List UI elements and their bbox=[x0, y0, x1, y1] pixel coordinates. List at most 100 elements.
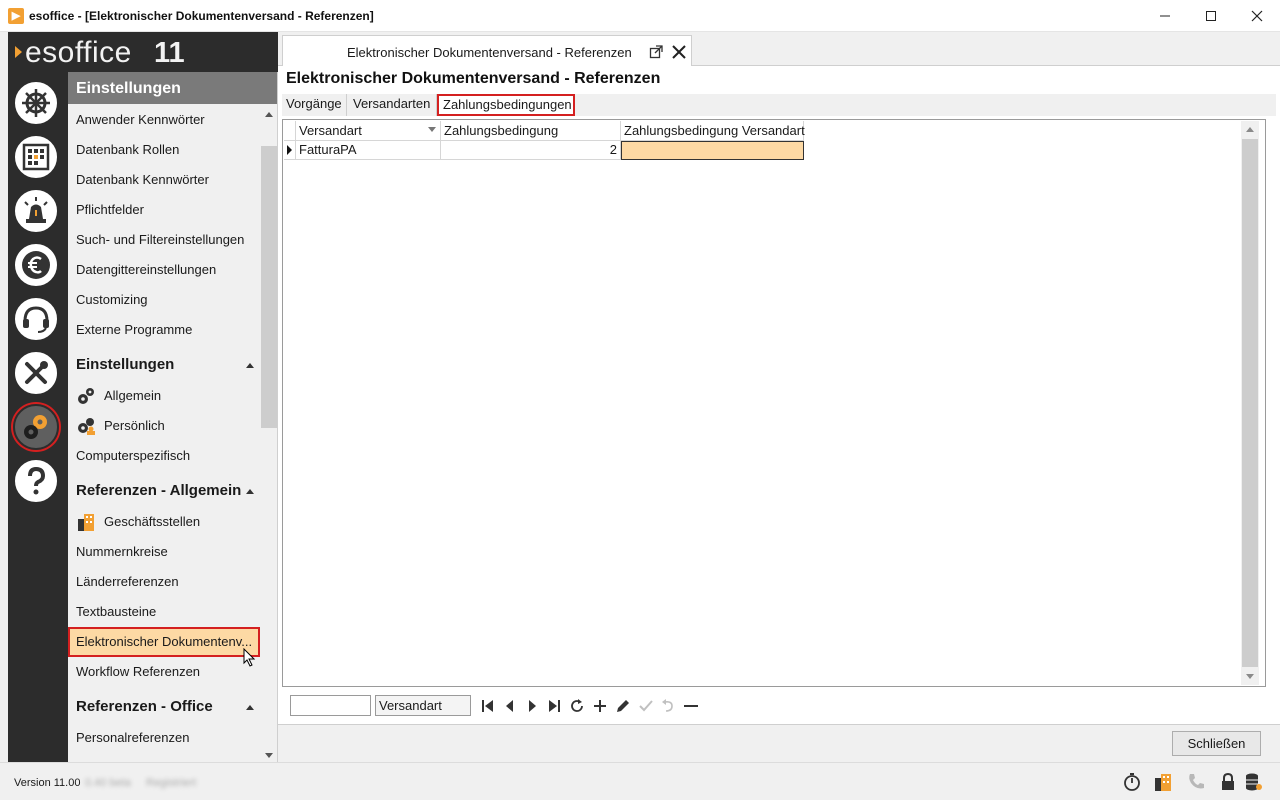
scroll-down-icon[interactable] bbox=[265, 753, 273, 758]
nav-item-computerspezifisch[interactable]: Computerspezifisch bbox=[68, 441, 260, 471]
nav-item-personalreferenzen[interactable]: Personalreferenzen bbox=[68, 723, 260, 753]
database-icon[interactable] bbox=[1243, 772, 1263, 792]
brand-name: esoffice bbox=[25, 36, 132, 69]
nav-item-such-filtereinstellungen[interactable]: Such- und Filtereinstellungen bbox=[68, 225, 260, 255]
last-record-icon bbox=[549, 700, 560, 712]
undo-record-button[interactable] bbox=[658, 696, 678, 716]
column-header-zahlungsbedingung[interactable]: Zahlungsbedingung bbox=[441, 121, 621, 141]
nav-section-referenzen-allgemein[interactable]: Referenzen - Allgemein bbox=[68, 476, 260, 506]
maximize-button[interactable] bbox=[1188, 0, 1234, 32]
rail-button-help[interactable] bbox=[13, 458, 59, 504]
phone-icon[interactable] bbox=[1186, 772, 1206, 792]
minimize-button[interactable] bbox=[1142, 0, 1188, 32]
column-header-zahlungsbedingung-versandart[interactable]: Zahlungsbedingung Versandart bbox=[621, 121, 805, 141]
tab-zahlungsbedingungen[interactable]: Zahlungsbedingungen bbox=[437, 94, 575, 116]
first-record-button[interactable] bbox=[478, 696, 498, 716]
help-icon bbox=[28, 466, 46, 495]
dialog-footer: Schließen bbox=[278, 724, 1280, 762]
page-title: Elektronischer Dokumentenversand - Refer… bbox=[286, 70, 661, 87]
nav-section-einstellungen[interactable]: Einstellungen bbox=[68, 350, 260, 380]
brand-version: 11 bbox=[154, 37, 185, 69]
add-record-button[interactable] bbox=[590, 696, 610, 716]
nav-header: Einstellungen bbox=[68, 72, 277, 104]
delete-record-button[interactable] bbox=[681, 696, 701, 716]
cell-zahlungsbedingung[interactable]: 2 bbox=[441, 141, 621, 160]
minus-icon bbox=[684, 705, 698, 707]
column-header-label: Versandart bbox=[299, 123, 362, 138]
building-status-icon[interactable] bbox=[1153, 772, 1173, 792]
rail-button-settings[interactable] bbox=[13, 404, 59, 450]
nav-item-nummernkreise[interactable]: Nummernkreise bbox=[68, 537, 260, 567]
scroll-down-icon[interactable] bbox=[1246, 674, 1254, 679]
nav-item-allgemein[interactable]: Allgemein bbox=[68, 381, 260, 411]
document-tab-label: Elektronischer Dokumentenversand - Refer… bbox=[347, 45, 632, 60]
gears-icon bbox=[24, 415, 47, 439]
close-icon bbox=[1251, 10, 1263, 22]
rail-button-alerts[interactable] bbox=[13, 188, 59, 234]
previous-record-icon bbox=[506, 700, 513, 712]
rail-button-tools[interactable] bbox=[13, 350, 59, 396]
nav-item-workflow-referenzen[interactable]: Workflow Referenzen bbox=[68, 657, 260, 687]
nav-item-label: Allgemein bbox=[104, 388, 162, 403]
rail-button-navigation[interactable] bbox=[13, 80, 59, 126]
filter-icon[interactable] bbox=[428, 127, 436, 132]
nav-item-datenbank-kennwoerter[interactable]: Datenbank Kennwörter bbox=[68, 165, 260, 195]
collapse-caret-icon bbox=[246, 489, 254, 494]
nav-item-datengittereinstellungen[interactable]: Datengittereinstellungen bbox=[68, 255, 260, 285]
window-title: esoffice - [Elektronischer Dokumentenver… bbox=[29, 9, 374, 23]
nav-item-anwender-kennwoerter[interactable]: Anwender Kennwörter bbox=[68, 105, 260, 135]
save-record-button[interactable] bbox=[636, 696, 656, 716]
grid-scrollbar[interactable] bbox=[1241, 121, 1259, 685]
external-window-icon[interactable] bbox=[649, 45, 663, 59]
rail-button-support[interactable] bbox=[13, 296, 59, 342]
cell-zahlungsbedingung-versandart[interactable] bbox=[621, 141, 804, 160]
scroll-thumb[interactable] bbox=[261, 146, 277, 428]
euro-icon bbox=[22, 251, 50, 279]
schliessen-button[interactable]: Schließen bbox=[1172, 731, 1261, 756]
lock-icon[interactable] bbox=[1218, 772, 1238, 792]
rail-button-planner[interactable] bbox=[13, 134, 59, 180]
nav-item-elektronischer-dokumentenversand[interactable]: Elektronischer Dokumentenv... bbox=[68, 627, 260, 657]
plus-icon bbox=[594, 700, 606, 712]
rail-button-finance[interactable] bbox=[13, 242, 59, 288]
nav-section-referenzen-office[interactable]: Referenzen - Office bbox=[68, 692, 260, 722]
nav-item-geschaeftsstellen[interactable]: Geschäftsstellen bbox=[68, 507, 260, 537]
close-tab-icon[interactable] bbox=[671, 44, 687, 60]
document-tab[interactable]: Elektronischer Dokumentenversand - Refer… bbox=[282, 35, 692, 67]
brand-logo: esoffice 11 bbox=[8, 32, 278, 72]
status-bar: Version 11.00 0.40 beta Registriert bbox=[0, 762, 1280, 800]
refresh-button[interactable] bbox=[567, 696, 587, 716]
nav-item-pflichtfelder[interactable]: Pflichtfelder bbox=[68, 195, 260, 225]
next-record-button[interactable] bbox=[522, 696, 542, 716]
scroll-up-icon[interactable] bbox=[265, 112, 273, 117]
nav-item-customizing[interactable]: Customizing bbox=[68, 285, 260, 315]
search-input[interactable] bbox=[290, 695, 371, 716]
nav-section-label: Referenzen - Allgemein bbox=[76, 482, 242, 499]
nav-item-laenderreferenzen[interactable]: Länderreferenzen bbox=[68, 567, 260, 597]
column-header-versandart[interactable]: Versandart bbox=[296, 121, 441, 141]
nav-item-externe-programme[interactable]: Externe Programme bbox=[68, 315, 260, 345]
next-record-icon bbox=[529, 700, 536, 712]
tab-vorgaenge[interactable]: Vorgänge bbox=[282, 94, 347, 116]
maximize-icon bbox=[1206, 11, 1216, 21]
nav-item-label: Persönlich bbox=[104, 418, 165, 433]
cell-versandart[interactable]: FatturaPA bbox=[296, 141, 441, 160]
search-field-selector[interactable]: Versandart bbox=[375, 695, 471, 716]
previous-record-button[interactable] bbox=[500, 696, 520, 716]
scroll-thumb[interactable] bbox=[1242, 139, 1258, 667]
tab-versandarten[interactable]: Versandarten bbox=[349, 94, 437, 116]
close-window-button[interactable] bbox=[1234, 0, 1280, 32]
row-indicator bbox=[284, 141, 296, 160]
nav-scrollbar[interactable] bbox=[260, 104, 277, 762]
nav-item-persoenlich[interactable]: Persönlich bbox=[68, 411, 260, 441]
collapse-caret-icon bbox=[246, 363, 254, 368]
nav-item-textbausteine[interactable]: Textbausteine bbox=[68, 597, 260, 627]
scroll-up-icon[interactable] bbox=[1246, 127, 1254, 132]
document-tabstrip: Elektronischer Dokumentenversand - Refer… bbox=[278, 32, 1280, 67]
nav-item-datenbank-rollen[interactable]: Datenbank Rollen bbox=[68, 135, 260, 165]
edit-record-button[interactable] bbox=[613, 696, 633, 716]
last-record-button[interactable] bbox=[544, 696, 564, 716]
nav-item-label: Geschäftsstellen bbox=[104, 514, 201, 529]
version-build-blurred: 0.40 beta bbox=[85, 777, 131, 789]
stopwatch-icon[interactable] bbox=[1122, 772, 1142, 792]
